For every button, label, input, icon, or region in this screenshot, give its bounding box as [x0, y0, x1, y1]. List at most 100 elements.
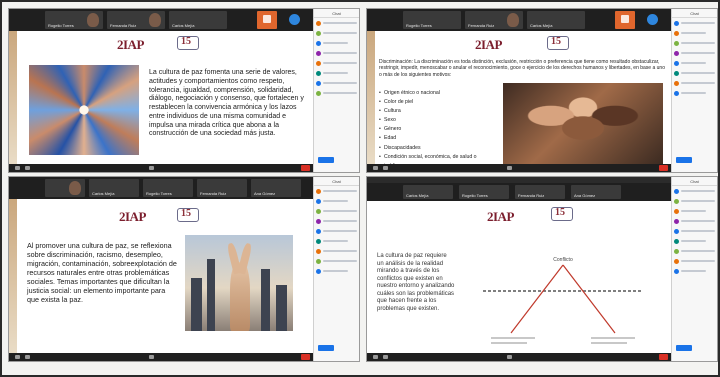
- screenshot-panel-2: Rogelio Torres Fernanda Ruiz Carlos Mejí…: [366, 8, 718, 173]
- slide-decor-band: [9, 199, 17, 353]
- list-item: Cultura: [379, 107, 489, 116]
- presentation-slide: 2IAP 15 La cultura de paz requiere un an…: [367, 201, 671, 353]
- participant-name: Carlos Mejía: [406, 193, 429, 198]
- leave-button[interactable]: [659, 354, 668, 360]
- leave-button[interactable]: [301, 165, 310, 171]
- send-button[interactable]: [318, 345, 334, 351]
- list-item: Sexo: [379, 116, 489, 125]
- screenshot-panel-1: Rogelio Torres Fernanda Ruiz Carlos Mejí…: [8, 8, 360, 173]
- list-item: Discapacidades: [379, 144, 489, 153]
- presentation-slide: 2IAP 15 La cultura de paz fomenta una se…: [9, 31, 313, 164]
- participant-name: Ana Gómez: [574, 193, 596, 198]
- participant-tile[interactable]: Rogelio Torres: [143, 179, 193, 197]
- scanned-page: Rogelio Torres Fernanda Ruiz Carlos Mejí…: [0, 0, 720, 377]
- chat-sidebar: Chat: [313, 9, 359, 172]
- slide-decor-band: [367, 31, 375, 164]
- share-screen-tile[interactable]: [257, 11, 277, 29]
- slide-body-text: La cultura de paz requiere un análisis d…: [377, 253, 455, 312]
- leave-button[interactable]: [301, 354, 310, 360]
- send-button[interactable]: [676, 157, 692, 163]
- diagram-left-arrow: [510, 264, 564, 334]
- participant-tile[interactable]: Fernanda Ruiz: [107, 11, 165, 29]
- participant-tile[interactable]: Rogelio Torres: [403, 11, 461, 29]
- share-icon[interactable]: [149, 355, 154, 359]
- participant-tile[interactable]: Fernanda Ruiz: [197, 179, 247, 197]
- list-item: Origen étnico o nacional: [379, 89, 489, 98]
- chat-sidebar: Chat: [313, 177, 359, 361]
- anniversary-seal: 15: [551, 207, 573, 221]
- slide-decor-band: [9, 31, 17, 164]
- camera-icon[interactable]: [383, 166, 388, 170]
- stacked-hands-photo: [503, 83, 663, 165]
- participant-video: [87, 13, 99, 27]
- mic-icon[interactable]: [15, 166, 20, 170]
- participant-name: Rogelio Torres: [462, 193, 488, 198]
- anniversary-seal: 15: [177, 36, 199, 50]
- share-icon[interactable]: [507, 166, 512, 170]
- participant-video: [149, 13, 161, 27]
- participant-name: Fernanda Ruiz: [110, 23, 137, 28]
- participant-tile[interactable]: Carlos Mejía: [403, 185, 453, 199]
- institution-logo: 2IAP: [487, 209, 514, 224]
- mic-icon[interactable]: [373, 166, 378, 170]
- camera-icon[interactable]: [25, 166, 30, 170]
- chat-sidebar: Chat: [671, 177, 717, 361]
- participants-bar: Carlos Mejía Rogelio Torres Fernanda Rui…: [9, 177, 313, 199]
- participant-tile[interactable]: Carlos Mejía: [169, 11, 227, 29]
- camera-icon[interactable]: [25, 355, 30, 359]
- united-hands-photo: [29, 65, 139, 155]
- send-button[interactable]: [318, 157, 334, 163]
- participant-tile[interactable]: Fernanda Ruiz: [515, 185, 565, 199]
- conflict-diagram: Conflicto: [483, 257, 643, 344]
- meeting-controls: [9, 353, 313, 361]
- slide-body-text: La cultura de paz fomenta una serie de v…: [149, 69, 304, 138]
- camera-icon[interactable]: [383, 355, 388, 359]
- meeting-controls: [9, 164, 313, 172]
- peace-sign-city-image: [185, 235, 293, 331]
- participant-name: Rogelio Torres: [146, 191, 172, 196]
- presentation-slide: 2IAP 15 Al promover una cultura de paz, …: [9, 199, 313, 353]
- anniversary-seal: 15: [177, 208, 199, 222]
- list-item: Edad: [379, 134, 489, 143]
- list-item: Género: [379, 125, 489, 134]
- globe-icon[interactable]: [289, 14, 300, 25]
- participant-name: Fernanda Ruiz: [200, 191, 227, 196]
- share-icon[interactable]: [149, 166, 154, 170]
- mic-icon[interactable]: [373, 355, 378, 359]
- participant-name: Rogelio Torres: [48, 23, 74, 28]
- participant-name: Carlos Mejía: [92, 191, 115, 196]
- participants-bar: Rogelio Torres Fernanda Ruiz Carlos Mejí…: [9, 9, 313, 31]
- presentation-slide: 2IAP 15 Discriminación: La discriminació…: [367, 31, 671, 169]
- institution-logo: 2IAP: [117, 37, 144, 52]
- chat-sidebar: Chat: [671, 9, 717, 172]
- participant-name: Carlos Mejía: [530, 23, 553, 28]
- institution-logo: 2IAP: [475, 37, 502, 52]
- anniversary-seal: 15: [547, 36, 569, 50]
- participant-tile[interactable]: Carlos Mejía: [527, 11, 585, 29]
- participant-tile[interactable]: Rogelio Torres: [459, 185, 509, 199]
- participants-bar: Carlos Mejía Rogelio Torres Fernanda Rui…: [367, 177, 671, 201]
- screenshot-panel-3: Carlos Mejía Rogelio Torres Fernanda Rui…: [8, 176, 360, 362]
- participant-tile[interactable]: Rogelio Torres: [45, 11, 103, 29]
- participant-tile[interactable]: Fernanda Ruiz: [465, 11, 523, 29]
- screenshot-panel-4: Carlos Mejía Rogelio Torres Fernanda Rui…: [366, 176, 718, 362]
- participant-tile[interactable]: [45, 179, 85, 197]
- leave-button[interactable]: [659, 165, 668, 171]
- participant-name: Fernanda Ruiz: [468, 23, 495, 28]
- window-toolbar: [367, 177, 671, 183]
- chat-title: Chat: [672, 177, 717, 186]
- discrimination-list: Origen étnico o nacional Color de piel C…: [379, 89, 489, 171]
- share-screen-tile[interactable]: [615, 11, 635, 29]
- globe-icon[interactable]: [647, 14, 658, 25]
- participant-tile[interactable]: Ana Gómez: [571, 185, 621, 199]
- participant-video: [507, 13, 519, 27]
- participant-name: Carlos Mejía: [172, 23, 195, 28]
- participant-tile[interactable]: Carlos Mejía: [89, 179, 139, 197]
- send-button[interactable]: [676, 345, 692, 351]
- participant-name: Ana Gómez: [254, 191, 276, 196]
- mic-icon[interactable]: [15, 355, 20, 359]
- participant-tile[interactable]: Ana Gómez: [251, 179, 301, 197]
- share-icon[interactable]: [507, 355, 512, 359]
- meeting-controls: [367, 353, 671, 361]
- list-item: Color de piel: [379, 98, 489, 107]
